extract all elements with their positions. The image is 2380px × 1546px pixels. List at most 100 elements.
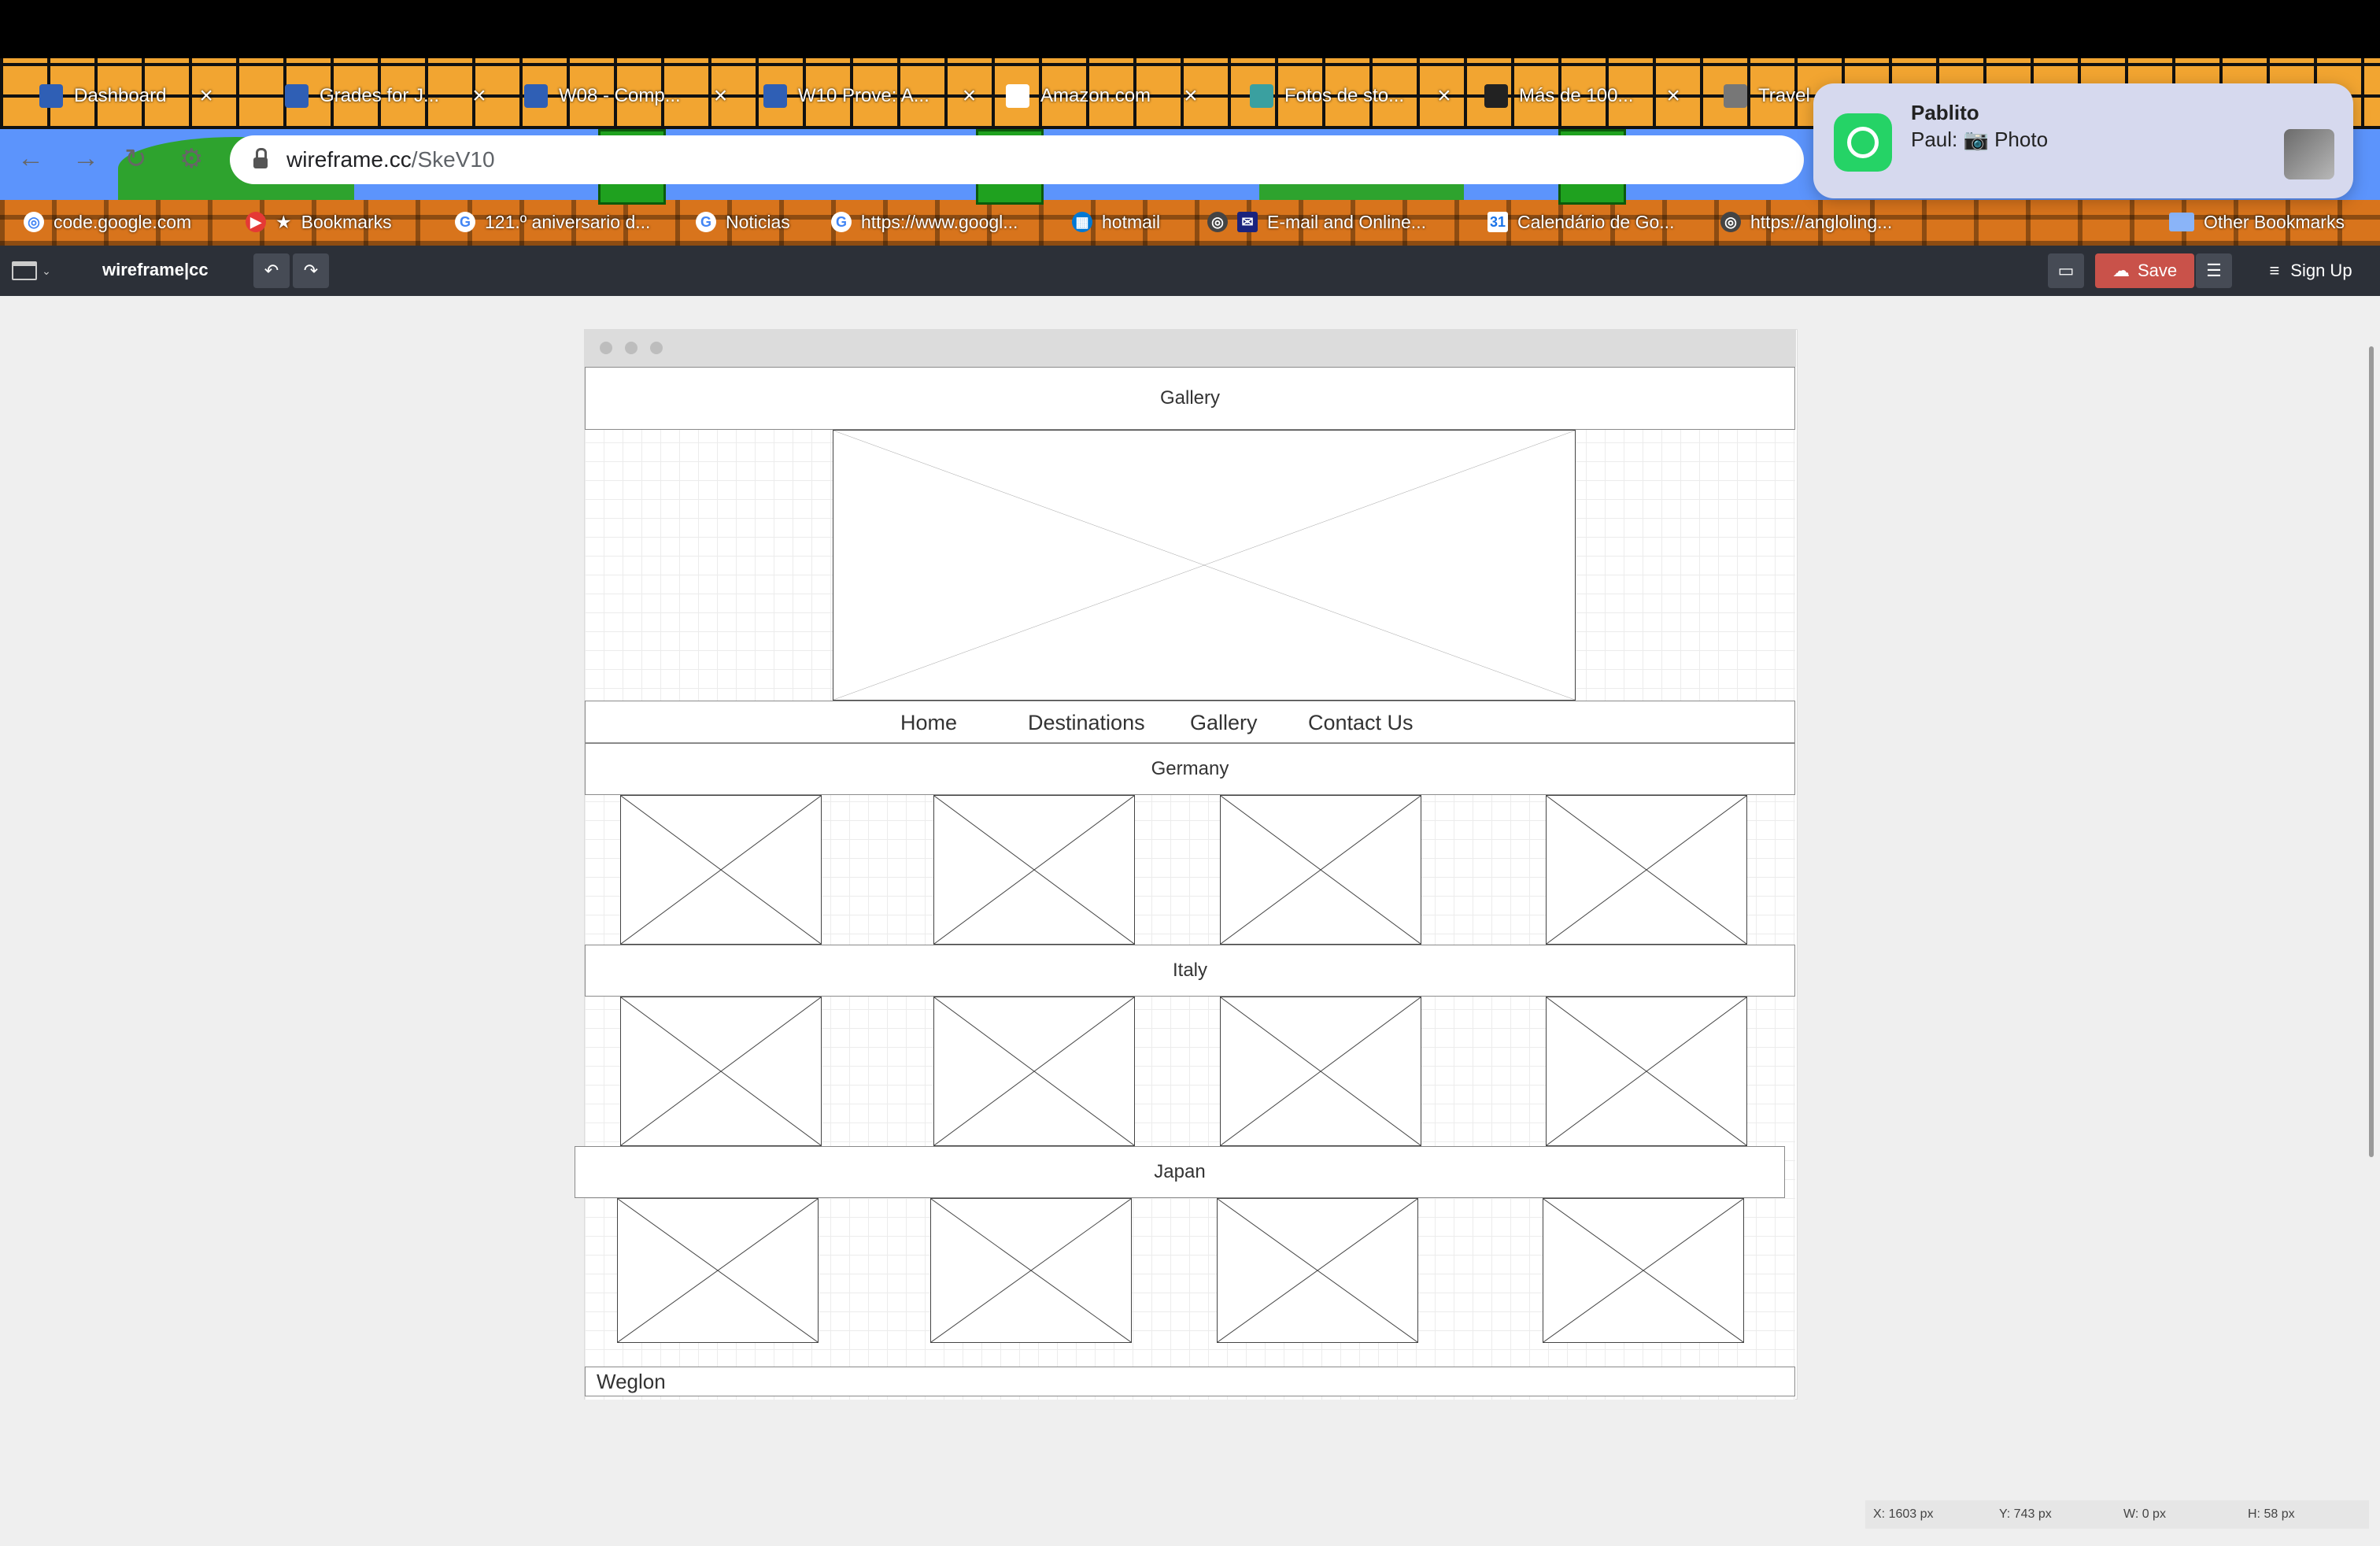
url-text[interactable]: wireframe.cc/SkeV10 [286, 147, 495, 172]
lock-icon [253, 148, 268, 168]
tab-label: Más de 100... [1519, 85, 1634, 106]
tab-label: W10 Prove: A... [798, 85, 929, 106]
back-icon[interactable]: ← [17, 143, 44, 174]
cloud-upload-icon: ☁ [2112, 261, 2130, 280]
image-placeholder[interactable] [933, 997, 1135, 1146]
image-placeholder[interactable] [1546, 997, 1747, 1146]
app-toolbar: ⌄ wireframe|cc ↶ ↷ ▭ ☁ Save ☰ ≡ Sign Up [0, 246, 2380, 296]
globe-icon: ◎ [24, 212, 44, 232]
amazon-icon [1006, 84, 1029, 108]
close-icon[interactable]: × [714, 83, 728, 109]
url-path: /SkeV10 [411, 147, 495, 172]
bookmark-item[interactable]: ◎ https://angloling... [1720, 206, 1892, 238]
tab-w10[interactable]: W10 Prove: A... × [763, 72, 976, 120]
site-icon [1484, 84, 1508, 108]
bookmark-label: 121.º aniversario d... [485, 211, 651, 232]
wf-nav-contact[interactable]: Contact Us [1308, 711, 1414, 735]
comment-icon[interactable]: ▭ [2048, 253, 2084, 288]
wf-header-box[interactable]: Gallery [585, 367, 1795, 430]
close-icon[interactable]: × [1184, 83, 1198, 109]
other-bookmarks[interactable]: Other Bookmarks [2169, 206, 2345, 238]
redo-icon[interactable]: ↷ [293, 253, 329, 288]
window-menu-icon[interactable]: ⌄ [8, 253, 55, 288]
globe-icon: ◎ [1720, 212, 1741, 232]
tab-dashboard[interactable]: Dashboard × [39, 72, 213, 120]
image-placeholder[interactable] [1543, 1198, 1744, 1343]
tab-label: Travel [1758, 85, 1810, 106]
extension-icon[interactable]: ⚙ [179, 143, 203, 175]
hero-image-placeholder[interactable] [833, 430, 1576, 701]
close-icon[interactable]: × [472, 83, 486, 109]
tab-grades[interactable]: Grades for J... × [285, 72, 486, 120]
bookmark-item[interactable]: 31 Calendário de Go... [1488, 206, 1674, 238]
close-icon[interactable]: × [1437, 83, 1451, 109]
vertical-scrollbar[interactable] [2369, 346, 2374, 1157]
bookmark-item[interactable]: Ghttps://www.googl... [831, 206, 1018, 238]
wf-section-label: Italy [1172, 960, 1207, 981]
whatsapp-notification[interactable]: Pablito Paul: 📷 Photo [1813, 83, 2353, 198]
tab-amazon[interactable]: Amazon.com × [1006, 72, 1198, 120]
wf-footer[interactable]: Weglon [585, 1367, 1795, 1396]
notification-title: Pablito [1911, 101, 1979, 124]
bookmark-item[interactable]: G 121.º aniversario d... [455, 206, 650, 238]
close-icon[interactable]: × [1666, 83, 1680, 109]
bookmark-label: E-mail and Online... [1267, 211, 1426, 232]
close-icon[interactable]: × [963, 83, 977, 109]
image-placeholder[interactable] [617, 1198, 819, 1343]
bookmark-item[interactable]: ▶ ★ Bookmarks [246, 206, 392, 238]
bookmark-item[interactable]: ◎ ✉ E-mail and Online... [1207, 206, 1426, 238]
wf-section-label: Japan [1154, 1161, 1206, 1182]
image-placeholder[interactable] [1217, 1198, 1418, 1343]
notification-body: Paul: 📷 Photo [1911, 128, 2049, 151]
wf-section-italy[interactable]: Italy [585, 945, 1795, 997]
globe-icon: ◎ [1207, 212, 1228, 232]
tab-w08[interactable]: W08 - Comp... × [524, 72, 727, 120]
calendar-icon: 31 [1488, 212, 1508, 232]
settings-icon[interactable]: ☰ [2196, 253, 2232, 288]
bookmark-item[interactable]: ◎ code.google.com [24, 206, 191, 238]
image-placeholder[interactable] [1546, 795, 1747, 945]
bookmark-label: Bookmarks [301, 211, 392, 232]
wf-nav-gallery[interactable]: Gallery [1190, 711, 1258, 735]
image-placeholder[interactable] [620, 795, 822, 945]
undo-icon[interactable]: ↶ [253, 253, 290, 288]
image-placeholder[interactable] [933, 795, 1135, 945]
tab-fotos[interactable]: Fotos de sto... × [1250, 72, 1451, 120]
bookmark-item[interactable]: G Noticias [696, 206, 790, 238]
wf-section-germany[interactable]: Germany [585, 743, 1795, 795]
status-w: W: 0 px [2123, 1507, 2166, 1521]
whatsapp-icon [1834, 113, 1892, 172]
wf-header-text: Gallery [1159, 387, 1221, 409]
signup-button[interactable]: ≡ Sign Up [2248, 253, 2374, 288]
url-host: wireframe.cc [286, 147, 412, 172]
wf-nav-home[interactable]: Home [900, 711, 957, 735]
reload-icon[interactable]: ↻ [124, 143, 147, 175]
image-placeholder[interactable] [930, 1198, 1132, 1343]
tab-mas[interactable]: Más de 100... × [1484, 72, 1680, 120]
tab-label: Grades for J... [320, 85, 440, 106]
coordinates-status-bar: X: 1603 px Y: 743 px W: 0 px H: 58 px [1865, 1500, 2369, 1529]
google-icon: G [696, 212, 716, 232]
folder-icon [2169, 213, 2194, 231]
image-placeholder[interactable] [1220, 997, 1421, 1146]
tab-label: W08 - Comp... [559, 85, 681, 106]
tab-travel[interactable]: Travel [1724, 72, 1810, 120]
image-placeholder[interactable] [620, 997, 822, 1146]
image-placeholder[interactable] [1220, 795, 1421, 945]
address-bar[interactable]: wireframe.cc/SkeV10 [230, 135, 1804, 184]
google-icon: G [455, 212, 475, 232]
status-h: H: 58 px [2248, 1507, 2295, 1521]
bookmark-label: Noticias [726, 211, 790, 232]
mail-icon: ✉ [1237, 212, 1258, 232]
bookmark-label: hotmail [1102, 211, 1161, 232]
save-button[interactable]: ☁ Save [2095, 253, 2195, 288]
system-menu-bar [0, 0, 2380, 58]
wf-nav-bar[interactable]: Home Destinations Gallery Contact Us [585, 701, 1795, 743]
wf-section-japan[interactable]: Japan [575, 1146, 1785, 1198]
wf-section-label: Germany [1151, 758, 1229, 779]
menu-icon: ≡ [2269, 261, 2280, 280]
forward-icon[interactable]: → [72, 143, 99, 174]
bookmark-item[interactable]: ▦ hotmail [1072, 206, 1160, 238]
wf-nav-destinations[interactable]: Destinations [1028, 711, 1145, 735]
close-icon[interactable]: × [199, 83, 213, 109]
